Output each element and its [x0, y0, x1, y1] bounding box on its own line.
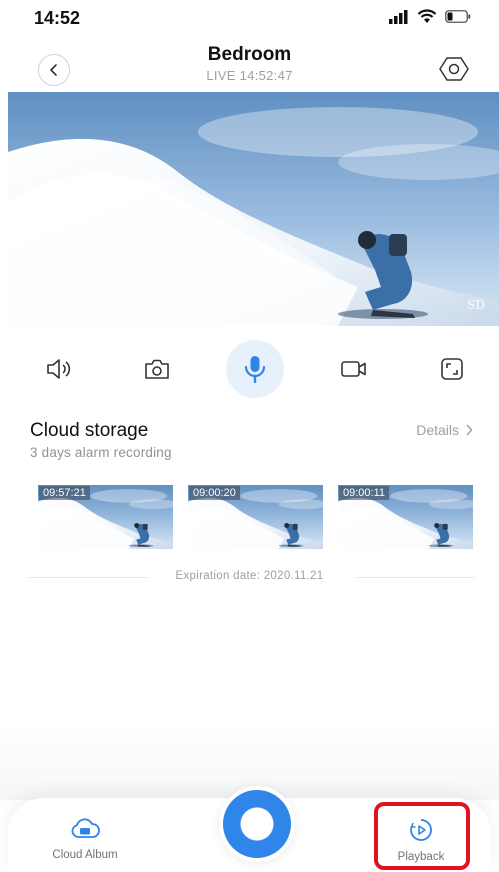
record-button[interactable]: [325, 340, 383, 398]
expiration-date: Expiration date: 2020.11.21: [175, 570, 324, 582]
microphone-icon: [244, 356, 266, 383]
microphone-button[interactable]: [226, 340, 284, 398]
chevron-right-icon: [466, 424, 473, 436]
control-bar: [0, 340, 499, 398]
speaker-button[interactable]: [30, 340, 88, 398]
clip-thumbnail[interactable]: 09:00:11: [338, 485, 473, 549]
clip-thumbnails: 09:57:21 09:00:20 09:00:11: [38, 485, 476, 549]
header: Bedroom LIVE 14:52:47: [0, 40, 499, 92]
signal-icon: [389, 9, 408, 24]
speaker-icon: [47, 359, 71, 379]
cloud-album-tab[interactable]: Cloud Album: [35, 818, 135, 861]
quality-badge[interactable]: SD: [467, 298, 485, 312]
fullscreen-button[interactable]: [423, 340, 481, 398]
clip-thumbnail[interactable]: 09:57:21: [38, 485, 173, 549]
cloud-storage-subtitle: 3 days alarm recording: [30, 445, 172, 460]
wifi-icon: [417, 9, 437, 23]
fullscreen-icon: [441, 358, 463, 380]
details-link[interactable]: Details: [416, 422, 473, 438]
hexagon-settings-icon: [439, 57, 469, 81]
status-bar: 14:52: [0, 0, 499, 34]
playback-icon: [410, 819, 432, 841]
status-icons: [389, 9, 471, 24]
expiration-row: Expiration date: 2020.11.21: [0, 570, 499, 586]
clip-time: 09:00:11: [339, 486, 390, 500]
playback-label: Playback: [397, 851, 445, 863]
video-frame: [8, 92, 499, 326]
shutter-ring: [223, 790, 291, 858]
shutter-button[interactable]: [219, 786, 295, 862]
live-status: LIVE 14:52:47: [206, 68, 293, 83]
clip-time: 09:57:21: [39, 486, 90, 500]
playback-tab[interactable]: Playback: [371, 818, 471, 863]
battery-icon: [445, 10, 471, 23]
camera-icon: [145, 359, 169, 379]
live-video[interactable]: SD: [8, 92, 499, 326]
page-title: Bedroom: [207, 44, 292, 65]
cloud-storage-title: Cloud storage: [30, 420, 149, 441]
status-time: 14:52: [34, 8, 81, 28]
cloud-album-label: Cloud Album: [52, 849, 118, 861]
clip-thumbnail[interactable]: 09:00:20: [188, 485, 323, 549]
cloud-album-icon: [71, 818, 100, 838]
clip-time: 09:00:20: [189, 486, 240, 500]
snapshot-button[interactable]: [128, 340, 186, 398]
settings-button[interactable]: [437, 54, 471, 84]
details-label: Details: [416, 422, 459, 438]
video-record-icon: [341, 361, 366, 377]
